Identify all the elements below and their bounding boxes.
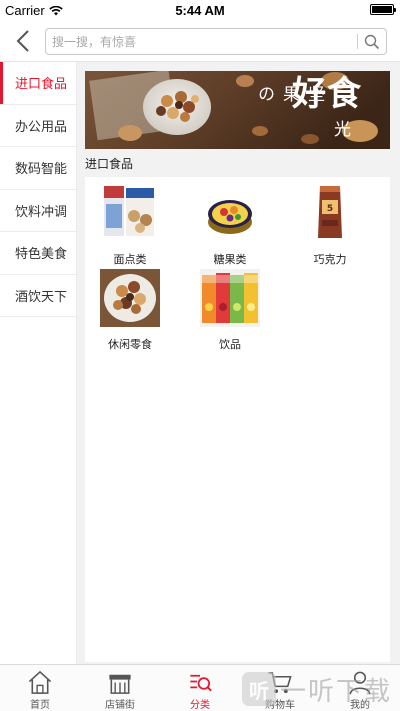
subcategory-label: 饮品 (219, 339, 241, 351)
cart-icon (268, 672, 292, 694)
home-icon (28, 670, 52, 694)
clock: 5:44 AM (175, 3, 225, 18)
search-icon[interactable] (364, 34, 380, 50)
subcategory-label: 糖果类 (213, 254, 247, 266)
sidebar-item-label: 进口食品 (15, 76, 68, 92)
mixed-nuts-icon (100, 269, 160, 327)
chocolate-bar-icon: 5 (318, 186, 342, 238)
tab-cart[interactable]: 购物车 (240, 665, 320, 711)
tab-store-street[interactable]: 店铺街 (80, 665, 160, 711)
cookie-box-icon (104, 186, 154, 236)
subcategory-pastry[interactable]: 面点类 (90, 184, 170, 267)
tab-home[interactable]: 首页 (0, 665, 80, 711)
sidebar-item-label: 办公用品 (15, 118, 68, 134)
sidebar-item-wine[interactable]: 酒饮天下 (0, 275, 76, 317)
subcategory-drinks[interactable]: 饮品 (190, 269, 270, 352)
search-bar[interactable] (45, 28, 387, 55)
search-input[interactable] (52, 29, 352, 54)
promo-banner[interactable]: 坚果の 好食 光 (85, 71, 390, 149)
sidebar-item-beverages[interactable]: 饮料冲调 (0, 190, 76, 232)
subcategory-chocolate[interactable]: 5 巧克力 (290, 184, 370, 267)
tab-mine[interactable]: 我的 (320, 665, 400, 711)
user-icon (349, 671, 371, 695)
status-bar: Carrier 5:44 AM (0, 0, 400, 20)
tab-label: 我的 (350, 700, 370, 711)
tab-label: 首页 (30, 700, 50, 711)
store-icon (109, 674, 131, 694)
section-title: 进口食品 (85, 157, 134, 171)
tab-label: 购物车 (265, 700, 295, 711)
sidebar-item-digital[interactable]: 数码智能 (0, 147, 76, 190)
candy-tin-icon (208, 200, 252, 234)
tab-label: 分类 (190, 700, 210, 711)
sidebar-item-label: 数码智能 (15, 161, 68, 177)
juice-cartons-icon (200, 269, 260, 327)
sidebar-item-label: 酒饮天下 (15, 288, 68, 304)
tab-label: 店铺街 (105, 700, 135, 711)
subcategory-label: 巧克力 (313, 254, 347, 266)
subcategory-candy[interactable]: 糖果类 (190, 184, 270, 267)
banner-tail-text: 光 (334, 120, 351, 140)
subcategory-label: 休闲零食 (108, 339, 152, 351)
top-bar (0, 20, 400, 62)
subcategory-label: 面点类 (113, 254, 147, 266)
back-button[interactable] (10, 28, 36, 54)
sidebar-item-local-food[interactable]: 特色美食 (0, 232, 76, 275)
sidebar-item-imported-food[interactable]: 进口食品 (0, 62, 76, 105)
tab-category[interactable]: 分类 (160, 665, 240, 711)
back-arrow-icon (16, 30, 29, 52)
sidebar-item-office-supplies[interactable]: 办公用品 (0, 105, 76, 147)
category-sidebar: 进口食品 办公用品 数码智能 饮料冲调 特色美食 酒饮天下 (0, 62, 77, 664)
bottom-tab-bar: 首页 店铺街 分类 购物车 我的 (0, 664, 400, 711)
category-content: 坚果の 好食 光 进口食品 面点类 糖果类 5 巧克力 休闲零食 饮品 (77, 62, 400, 664)
search-divider (357, 34, 358, 49)
banner-headline: 坚果の 好食 光 (254, 77, 362, 140)
banner-vertical-text: 坚果の (254, 85, 324, 102)
category-search-icon (190, 674, 212, 692)
sidebar-item-label: 特色美食 (15, 246, 68, 262)
svg-text:5: 5 (327, 204, 333, 214)
subcategory-grid: 面点类 糖果类 5 巧克力 休闲零食 饮品 (85, 177, 390, 662)
subcategory-snacks[interactable]: 休闲零食 (90, 269, 170, 352)
sidebar-item-label: 饮料冲调 (15, 203, 68, 219)
battery-icon (370, 4, 396, 15)
